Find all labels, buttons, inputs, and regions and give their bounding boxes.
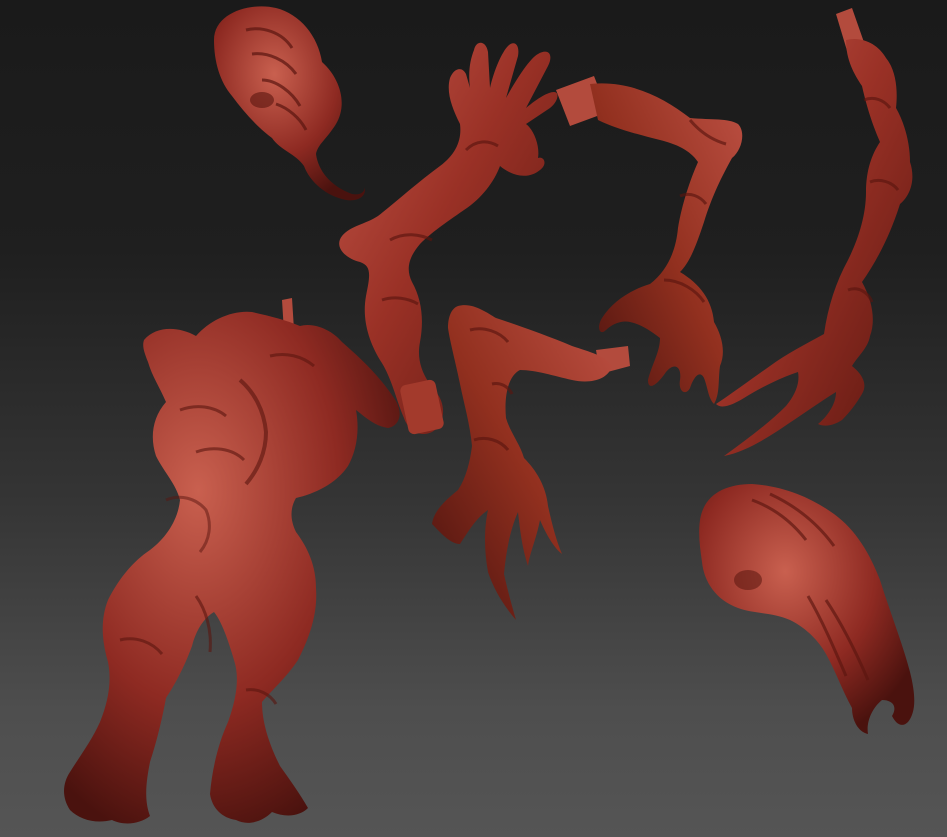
alien-torso-legs bbox=[64, 298, 400, 824]
alien-forearm-talon bbox=[432, 305, 630, 620]
alien-head-lower bbox=[699, 484, 915, 734]
alien-arm-clawed-right bbox=[716, 8, 913, 456]
alien-head-upper bbox=[214, 6, 365, 201]
sculpt-scene bbox=[64, 6, 915, 824]
render-viewport bbox=[0, 0, 947, 837]
